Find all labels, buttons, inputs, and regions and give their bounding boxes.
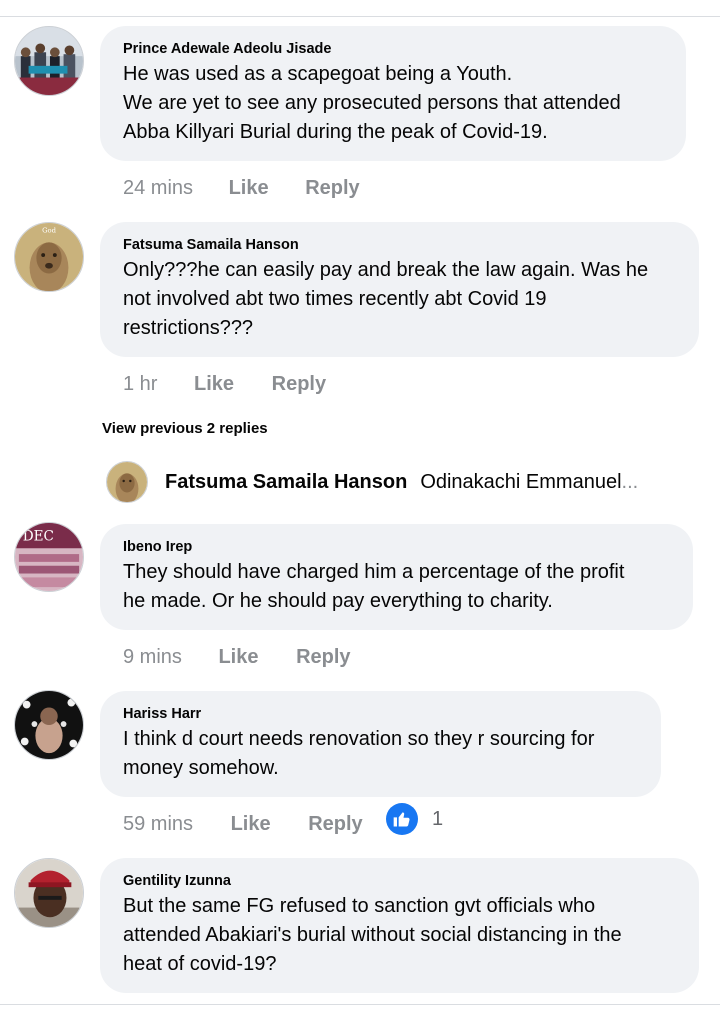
comment-text: But the same FG refused to sanction gvt … xyxy=(123,892,675,979)
comment-text: They should have charged him a percentag… xyxy=(123,558,669,616)
comment-author[interactable]: Gentility Izunna xyxy=(123,872,675,890)
comment-time[interactable]: 59 mins xyxy=(123,809,193,839)
comment-text-line: Only???he can easily pay and break the l… xyxy=(123,259,649,281)
comment-bubble: Hariss Harr I think d court needs renova… xyxy=(100,691,661,797)
reaction-summary[interactable]: 1 xyxy=(386,803,443,835)
reply-ellipsis: ... xyxy=(621,470,639,493)
comment-time[interactable]: 1 hr xyxy=(123,369,157,399)
comment-text-line: We are yet to see any prosecuted persons… xyxy=(123,92,621,114)
avatar-photo xyxy=(15,859,83,927)
comment-text: I think d court needs renovation so they… xyxy=(123,725,637,783)
avatar[interactable]: God xyxy=(14,222,84,292)
avatar[interactable]: DEC xyxy=(14,522,84,592)
comment-text-line: I think d court needs renovation so they… xyxy=(123,728,595,750)
comment-author[interactable]: Fatsuma Samaila Hanson xyxy=(123,236,675,254)
reply-button[interactable]: Reply xyxy=(305,173,359,203)
comment-bubble: Prince Adewale Adeolu Jisade He was used… xyxy=(100,26,686,161)
avatar[interactable] xyxy=(14,858,84,928)
thumbs-up-icon xyxy=(386,803,418,835)
comment-actions: 24 mins Like Reply xyxy=(123,173,360,203)
bottom-divider xyxy=(0,1004,720,1005)
reply-button[interactable]: Reply xyxy=(308,809,362,839)
like-button[interactable]: Like xyxy=(218,642,258,672)
reply-button[interactable]: Reply xyxy=(296,642,350,672)
avatar-photo xyxy=(15,691,83,759)
like-button[interactable]: Like xyxy=(194,369,234,399)
avatar[interactable] xyxy=(14,690,84,760)
comment-time[interactable]: 24 mins xyxy=(123,173,193,203)
comment-text-line: not involved abt two times recently abt … xyxy=(123,288,547,310)
comment-text-line: Abba Killyari Burial during the peak of … xyxy=(123,121,548,143)
comment-bubble: Gentility Izunna But the same FG refused… xyxy=(100,858,699,993)
comment-bubble: Ibeno Irep They should have charged him … xyxy=(100,524,693,630)
comment-author[interactable]: Ibeno Irep xyxy=(123,538,669,556)
avatar-photo: God xyxy=(15,223,83,291)
reply-button[interactable]: Reply xyxy=(272,369,326,399)
comment-text: Only???he can easily pay and break the l… xyxy=(123,256,675,343)
comment-author[interactable]: Hariss Harr xyxy=(123,705,637,723)
comment-actions: 9 mins Like Reply xyxy=(123,642,351,672)
comment-author[interactable]: Prince Adewale Adeolu Jisade xyxy=(123,40,662,58)
comment-text-line: restrictions??? xyxy=(123,317,254,339)
comment-text-line: money somehow. xyxy=(123,757,279,779)
top-divider xyxy=(0,16,720,17)
comment-actions: 59 mins Like Reply xyxy=(123,809,363,839)
avatar-caption: DEC xyxy=(23,528,54,544)
comment-text-line: They should have charged him a percentag… xyxy=(123,561,625,583)
avatar-caption: God xyxy=(42,227,57,235)
comment-text-line: He was used as a scapegoat being a Youth… xyxy=(123,63,513,85)
like-button[interactable]: Like xyxy=(231,809,271,839)
avatar-photo: DEC xyxy=(15,523,83,591)
view-previous-replies-link[interactable]: View previous 2 replies xyxy=(102,420,268,437)
reply-author[interactable]: Fatsuma Samaila Hanson xyxy=(165,471,407,494)
comment-text-line: attended Abakiari's burial without socia… xyxy=(123,924,622,946)
comment-bubble: Fatsuma Samaila Hanson Only???he can eas… xyxy=(100,222,699,357)
comment-text-line: he made. Or he should pay everything to … xyxy=(123,590,553,612)
avatar-photo xyxy=(107,462,147,502)
avatar[interactable] xyxy=(14,26,84,96)
reply-preview[interactable]: Fatsuma Samaila Hanson Odinakachi Emmanu… xyxy=(106,460,706,504)
comment-text: He was used as a scapegoat being a Youth… xyxy=(123,60,662,147)
like-button[interactable]: Like xyxy=(229,173,269,203)
comment-text-line: heat of covid-19? xyxy=(123,953,277,975)
comment-actions: 1 hr Like Reply xyxy=(123,369,326,399)
comment-text-line: But the same FG refused to sanction gvt … xyxy=(123,895,596,917)
reaction-count: 1 xyxy=(432,807,444,830)
reply-text: Odinakachi Emmanuel xyxy=(420,470,622,493)
reply-avatar[interactable] xyxy=(106,461,148,503)
avatar-photo xyxy=(15,27,83,95)
comment-time[interactable]: 9 mins xyxy=(123,642,182,672)
